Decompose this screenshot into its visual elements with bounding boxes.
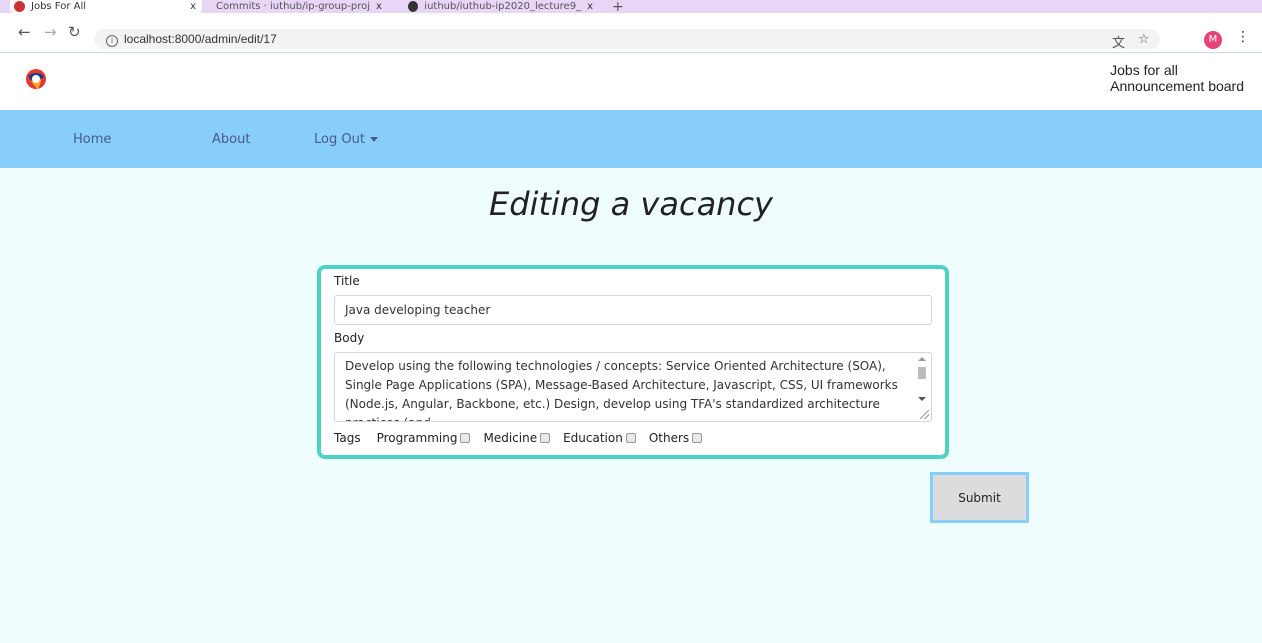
address-bar[interactable]: i localhost:8000/admin/edit/17 <box>94 29 1160 49</box>
tab-jobs-for-all[interactable]: Jobs For All x <box>10 0 202 13</box>
browser-tab-strip: Jobs For All x Commits · iuthub/ip-group… <box>0 0 1262 13</box>
tab-close-icon[interactable]: x <box>587 0 593 13</box>
tag-education[interactable]: Education <box>563 431 636 445</box>
main-navbar: Home About Log Out <box>0 110 1262 168</box>
scroll-thumb[interactable] <box>918 367 926 379</box>
tab-title: Commits · iuthub/ip-group-proj <box>216 1 370 12</box>
tag-programming-checkbox[interactable] <box>460 433 471 443</box>
body-label: Body <box>334 331 365 345</box>
nav-logout-label: Log Out <box>314 132 365 147</box>
browser-toolbar: ← → ↻ i localhost:8000/admin/edit/17 文 ☆ … <box>0 13 1262 53</box>
tag-others[interactable]: Others <box>648 431 703 445</box>
tag-label: Others <box>648 431 690 445</box>
tab-close-icon[interactable]: x <box>190 0 196 13</box>
avatar[interactable]: M <box>1204 31 1222 49</box>
scroll-down-icon[interactable] <box>918 397 926 401</box>
brand-line-2: Announcement board <box>1110 78 1244 94</box>
menu-icon[interactable]: ⋮ <box>1236 29 1250 45</box>
tag-programming[interactable]: Programming <box>377 431 471 445</box>
site-logo-icon <box>26 69 46 90</box>
tag-others-checkbox[interactable] <box>692 433 703 443</box>
brand-line-1: Jobs for all <box>1110 62 1178 78</box>
tab-commits[interactable]: Commits · iuthub/ip-group-proj x <box>210 0 382 13</box>
title-label: Title <box>334 274 360 288</box>
scroll-up-icon[interactable] <box>918 357 926 361</box>
tag-medicine[interactable]: Medicine <box>483 431 551 445</box>
caret-down-icon <box>369 137 378 142</box>
github-icon <box>408 1 419 12</box>
body-text: Develop using the following technologies… <box>345 359 898 421</box>
nav-logout-dropdown[interactable]: Log Out <box>314 132 378 147</box>
info-icon[interactable]: i <box>106 35 118 47</box>
tag-medicine-checkbox[interactable] <box>540 433 551 443</box>
back-icon[interactable]: ← <box>18 23 31 41</box>
tags-row: Tags Programming Medicine Education Othe… <box>334 431 715 445</box>
tag-label: Education <box>563 431 623 445</box>
nav-about-link[interactable]: About <box>212 132 250 147</box>
star-icon[interactable]: ☆ <box>1138 32 1150 47</box>
vacancy-form: Title Java developing teacher Body Devel… <box>317 265 949 459</box>
tag-label: Medicine <box>483 431 538 445</box>
url-text: localhost:8000/admin/edit/17 <box>124 32 277 46</box>
site-header: Jobs for all Announcement board <box>0 54 1262 110</box>
reload-icon[interactable]: ↻ <box>68 23 81 41</box>
tab-lecture[interactable]: iuthub/iuthub-ip2020_lecture9_ x <box>408 0 593 13</box>
forward-icon[interactable]: → <box>44 23 57 41</box>
brand-text: Jobs for all Announcement board <box>1110 62 1244 94</box>
resize-handle-icon[interactable] <box>920 410 929 419</box>
tab-title: Jobs For All <box>31 1 87 12</box>
submit-button[interactable]: Submit <box>930 472 1029 523</box>
new-tab-button[interactable]: + <box>612 0 624 13</box>
title-input[interactable]: Java developing teacher <box>334 295 932 325</box>
tag-education-checkbox[interactable] <box>625 433 636 443</box>
textarea-scrollbar[interactable] <box>917 357 927 417</box>
translate-icon[interactable]: 文 <box>1112 32 1125 51</box>
body-textarea[interactable]: Develop using the following technologies… <box>334 352 932 422</box>
tags-label: Tags <box>334 431 361 445</box>
nav-home-link[interactable]: Home <box>73 132 111 147</box>
site-favicon-icon <box>14 1 25 12</box>
tab-title: iuthub/iuthub-ip2020_lecture9_ <box>424 1 582 12</box>
tab-close-icon[interactable]: x <box>376 0 382 13</box>
tag-label: Programming <box>376 431 458 445</box>
page-title: Editing a vacancy <box>489 185 773 223</box>
